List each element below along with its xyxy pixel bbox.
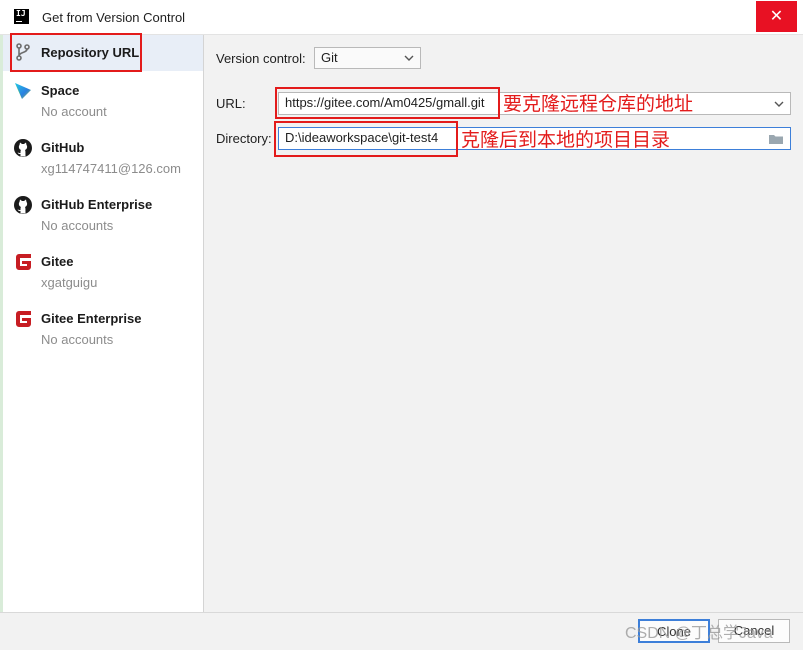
sidebar-edge [0, 35, 3, 612]
sidebar-item-github-enterprise[interactable]: GitHub Enterprise No accounts [0, 189, 203, 239]
watermark: CSDN @丁总学Java [625, 625, 773, 642]
sidebar-item-space[interactable]: Space No account [0, 75, 203, 125]
sidebar-item-account: No accounts [41, 332, 114, 347]
close-button[interactable]: ✕ [756, 1, 797, 32]
sidebar-item-github[interactable]: GitHub xg114747411@126.com [0, 132, 203, 182]
highlight-box [10, 33, 142, 72]
sidebar-item-gitee-enterprise[interactable]: Gitee Enterprise No accounts [0, 303, 203, 353]
title-bar: IJ Get from Version Control ✕ [0, 0, 803, 35]
github-icon [14, 196, 32, 214]
window-title: Get from Version Control [42, 10, 186, 25]
github-icon [14, 139, 32, 157]
sidebar-item-label: GitHub Enterprise [41, 197, 153, 212]
intellij-logo-icon: IJ [14, 9, 29, 24]
sidebar-item-label: GitHub [41, 140, 85, 155]
version-control-select[interactable]: Git [314, 47, 421, 69]
chevron-down-icon[interactable] [774, 101, 784, 107]
chevron-down-icon [404, 55, 414, 61]
folder-icon[interactable] [768, 133, 784, 145]
highlight-box [274, 121, 458, 157]
sidebar-item-account: No accounts [41, 218, 114, 233]
version-control-value: Git [321, 50, 338, 65]
gitee-icon [16, 311, 31, 327]
sidebar: Repository URL Space No account GitHub x… [0, 35, 204, 612]
directory-annotation: 克隆后到本地的项目目录 [461, 129, 671, 151]
sidebar-item-account: xg114747411@126.com [41, 161, 181, 176]
sidebar-item-account: No account [41, 104, 107, 119]
space-icon [15, 83, 31, 99]
sidebar-item-gitee[interactable]: Gitee xgatguigu [0, 246, 203, 296]
sidebar-item-label: Space [41, 83, 80, 98]
url-label: URL: [216, 96, 246, 111]
url-annotation: 要克隆远程仓库的地址 [503, 93, 694, 115]
sidebar-item-label: Gitee Enterprise [41, 311, 142, 326]
sidebar-item-label: Gitee [41, 254, 74, 269]
gitee-icon [16, 254, 31, 270]
sidebar-item-account: xgatguigu [41, 275, 98, 290]
version-control-label: Version control: [216, 51, 306, 66]
highlight-box [275, 87, 500, 119]
directory-label: Directory: [216, 131, 272, 146]
